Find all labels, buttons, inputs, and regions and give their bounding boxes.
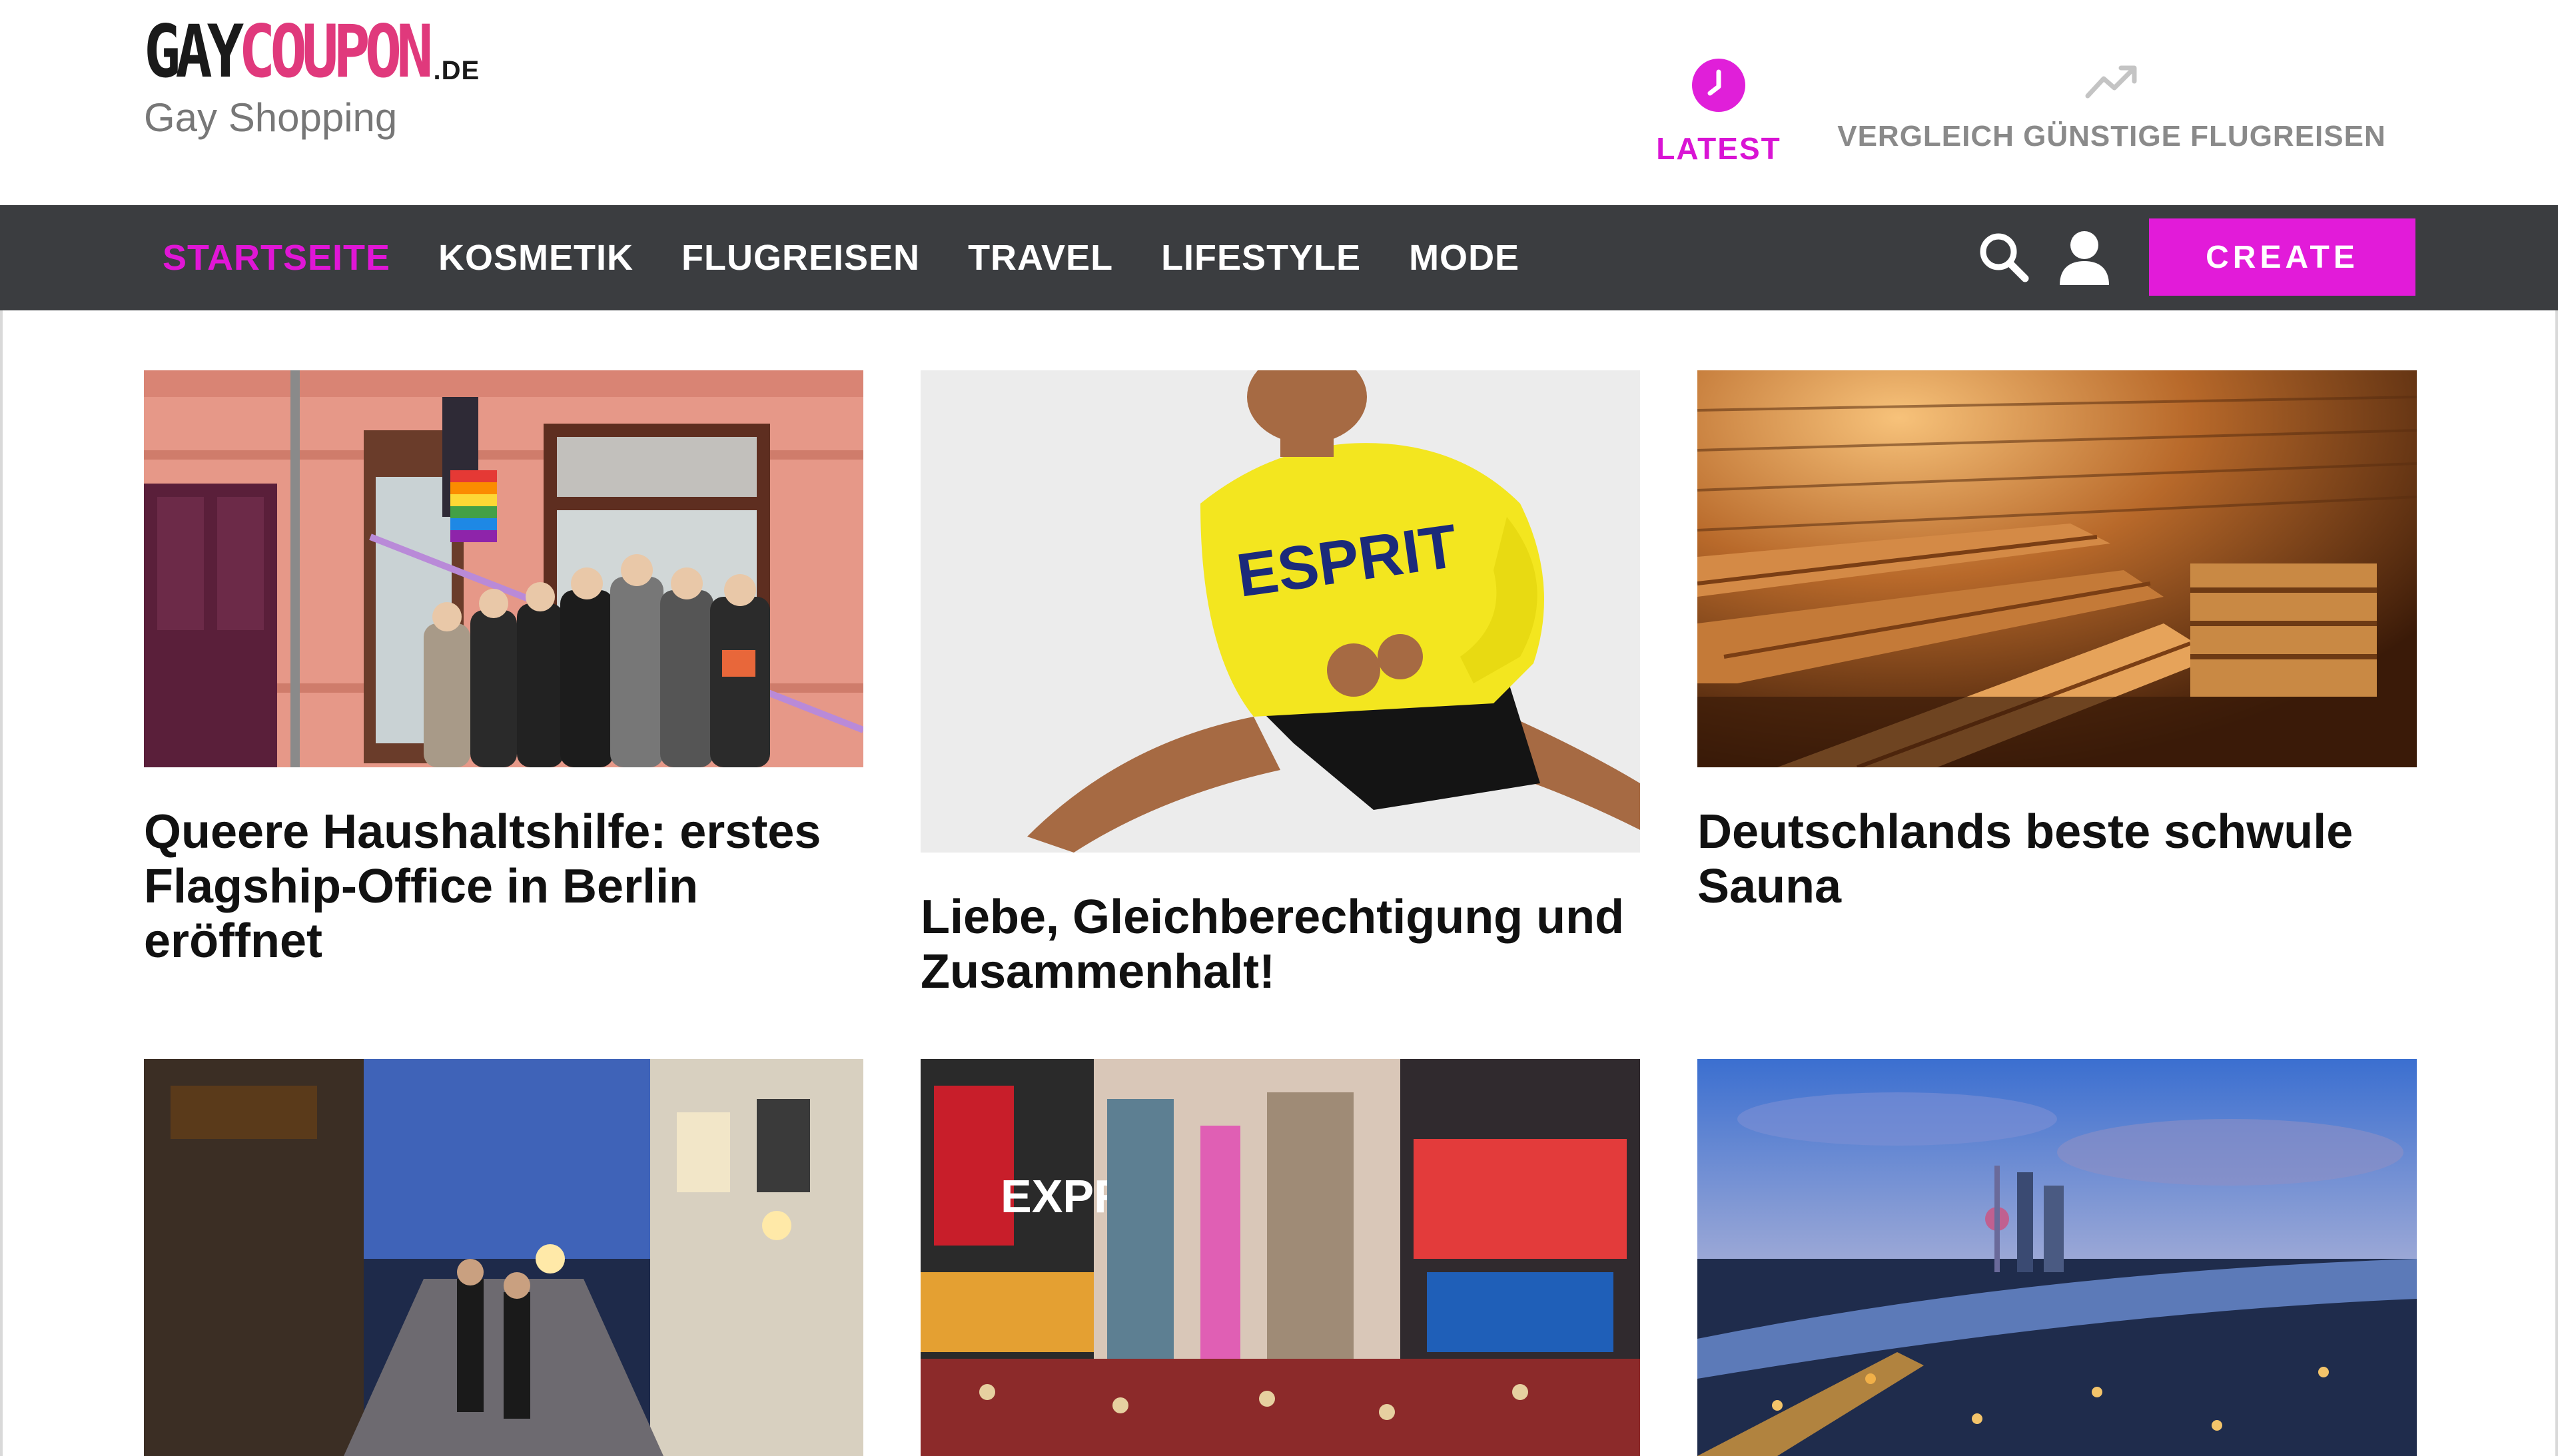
logo-tld-text: .DE — [433, 56, 480, 85]
user-icon[interactable] — [2056, 226, 2113, 286]
main-menu: STARTSEITE KOSMETIK FLUGREISEN TRAVEL LI… — [163, 205, 1567, 310]
latest-label: LATEST — [1656, 131, 1781, 166]
post-image-city-skyline[interactable] — [1697, 1059, 2417, 1456]
menu-item-kosmetik[interactable]: KOSMETIK — [438, 237, 634, 278]
site-logo[interactable]: GAYCOUPON .DE — [144, 10, 480, 96]
site-header: GAYCOUPON .DE Gay Shopping LATEST VERGLEI… — [0, 0, 2558, 205]
main-navbar: STARTSEITE KOSMETIK FLUGREISEN TRAVEL LI… — [0, 205, 2558, 310]
clock-icon — [1692, 59, 1745, 112]
logo-gay-text: GAY — [144, 9, 244, 94]
flight-compare-label: VERGLEICH GÜNSTIGE FLUGREISEN — [1837, 120, 2386, 153]
menu-item-mode[interactable]: MODE — [1409, 237, 1519, 278]
trending-up-icon — [2085, 65, 2137, 99]
post-title[interactable]: Queere Haushaltshilfe: erstes Flagship-O… — [144, 805, 870, 968]
post-title[interactable]: Deutschlands beste schwule Sauna — [1697, 805, 2423, 914]
post-image-esprit-fashion[interactable]: ESPRIT — [921, 370, 1640, 853]
menu-item-startseite[interactable]: STARTSEITE — [163, 237, 390, 278]
post-image-office-opening[interactable] — [144, 370, 863, 767]
search-icon[interactable] — [1974, 228, 2032, 285]
post-image-times-square[interactable]: EXPR — [921, 1059, 1640, 1456]
latest-link[interactable]: LATEST — [1652, 59, 1785, 167]
create-button[interactable]: CREATE — [2149, 218, 2415, 296]
menu-item-lifestyle[interactable]: LIFESTYLE — [1161, 237, 1361, 278]
post-image-sauna[interactable] — [1697, 370, 2417, 767]
flight-compare-link[interactable]: VERGLEICH GÜNSTIGE FLUGREISEN — [1819, 61, 2405, 153]
menu-item-flugreisen[interactable]: FLUGREISEN — [681, 237, 920, 278]
post-image-night-street[interactable] — [144, 1059, 863, 1456]
post-title[interactable]: Liebe, Gleichberechtigung und Zusammenha… — [921, 890, 1647, 999]
logo-coupon-text: COUPON — [238, 9, 433, 94]
menu-item-travel[interactable]: TRAVEL — [968, 237, 1113, 278]
site-tagline: Gay Shopping — [144, 95, 398, 140]
